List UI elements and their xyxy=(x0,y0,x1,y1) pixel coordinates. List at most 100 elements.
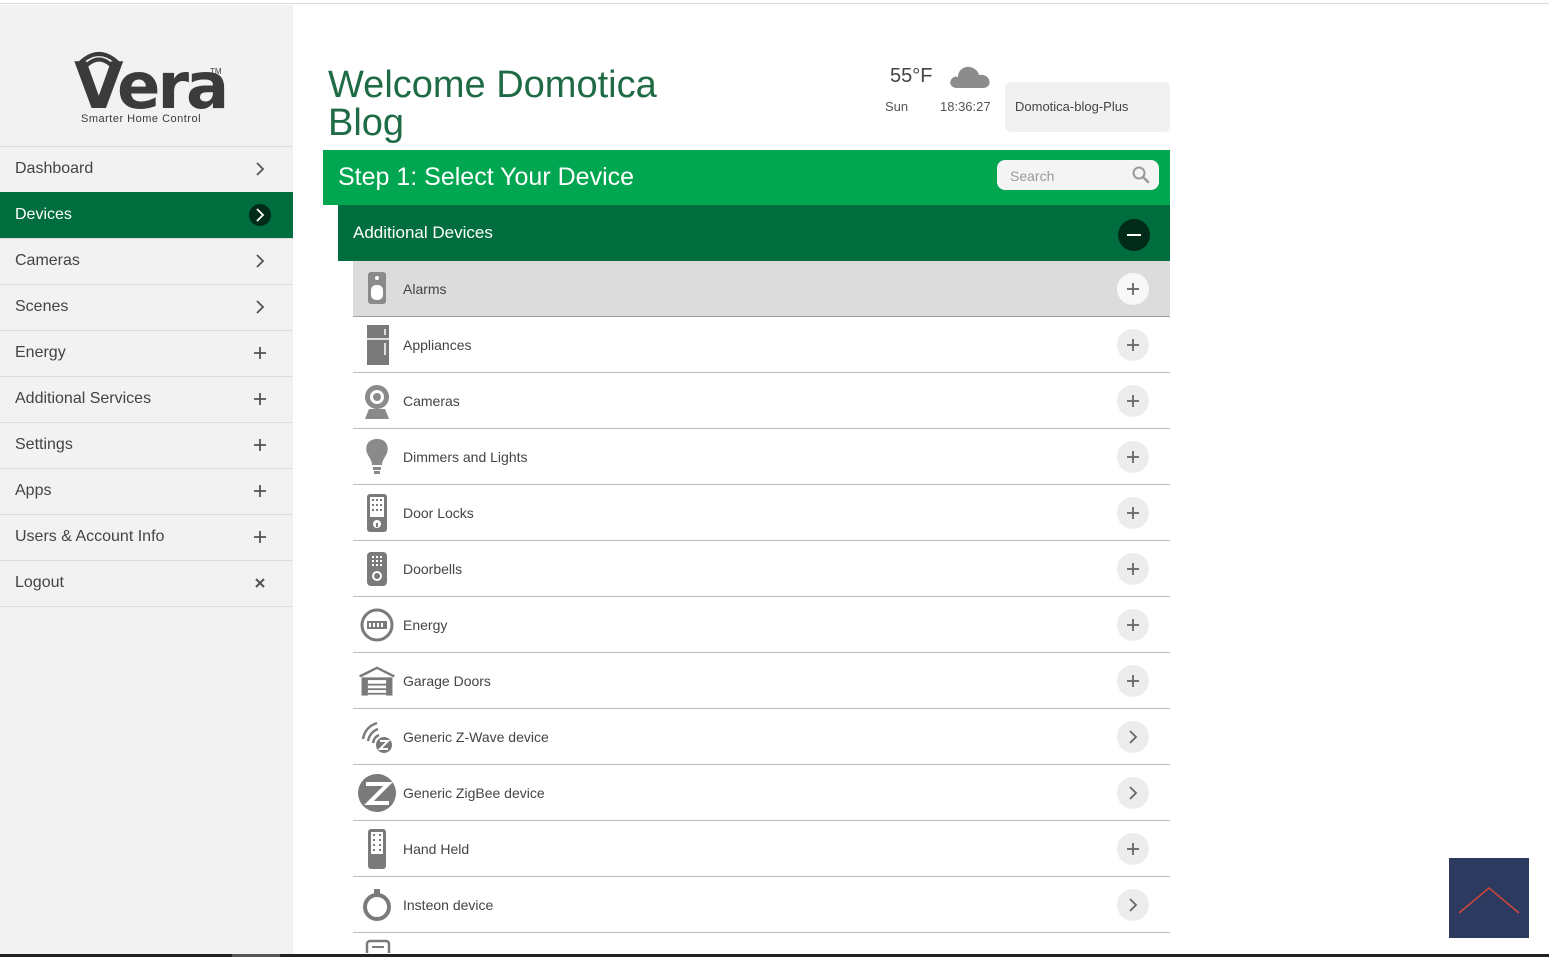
search-input[interactable] xyxy=(997,160,1132,192)
device-row-dimmers-and-lights[interactable]: Dimmers and Lights xyxy=(353,429,1170,485)
sidebar-menu: Dashboard Devices Cameras Scenes Energy Addit… xyxy=(0,146,293,607)
plus-icon xyxy=(1126,562,1140,576)
device-row-hand-held[interactable]: Hand Held xyxy=(353,821,1170,877)
plus-icon xyxy=(249,434,271,456)
sidebar-item-label: Settings xyxy=(15,436,73,453)
close-icon xyxy=(249,572,271,594)
door-lock-icon xyxy=(357,493,397,533)
sidebar-item-energy[interactable]: Energy xyxy=(0,330,293,376)
sidebar-item-logout[interactable]: Logout xyxy=(0,560,293,607)
logo-wordmark: Vera xyxy=(74,50,229,124)
add-device-button[interactable] xyxy=(1117,553,1149,585)
category-title: Additional Devices xyxy=(353,223,493,242)
open-device-button[interactable] xyxy=(1117,889,1149,921)
add-device-button[interactable] xyxy=(1117,273,1149,305)
sidebar-item-scenes[interactable]: Scenes xyxy=(0,284,293,330)
add-device-button[interactable] xyxy=(1117,497,1149,529)
plus-icon xyxy=(1126,282,1140,296)
account-selector[interactable]: Domotica-blog-Plus xyxy=(1005,82,1170,132)
plus-icon xyxy=(249,480,271,502)
step-title: Step 1: Select Your Device xyxy=(338,163,635,191)
device-list: Alarms Appliances Cameras Dimmers and Light… xyxy=(353,261,1170,953)
sidebar-item-additional-services[interactable]: Additional Services xyxy=(0,376,293,422)
device-label: Appliances xyxy=(403,337,472,353)
top-border xyxy=(0,3,1549,4)
garage-door-icon xyxy=(357,661,397,701)
device-row-door-locks[interactable]: Door Locks xyxy=(353,485,1170,541)
device-row-energy[interactable]: Energy xyxy=(353,597,1170,653)
plus-icon xyxy=(249,526,271,548)
open-device-button[interactable] xyxy=(1117,777,1149,809)
sidebar-item-settings[interactable]: Settings xyxy=(0,422,293,468)
device-label: Energy xyxy=(403,617,448,633)
device-label: Generic ZigBee device xyxy=(403,785,545,801)
chevron-right-icon xyxy=(1127,730,1139,744)
energy-meter-icon xyxy=(357,605,397,645)
sidebar-item-cameras[interactable]: Cameras xyxy=(0,238,293,284)
plus-icon xyxy=(249,342,271,364)
alarm-sensor-icon xyxy=(357,269,397,309)
plus-icon xyxy=(1126,394,1140,408)
sidebar-item-label: Scenes xyxy=(15,298,69,315)
device-label: Garage Doors xyxy=(403,673,491,689)
plus-icon xyxy=(1126,450,1140,464)
add-device-button[interactable] xyxy=(1117,329,1149,361)
logo-trademark: TM xyxy=(210,67,222,76)
sidebar-item-apps[interactable]: Apps xyxy=(0,468,293,514)
chevron-right-icon xyxy=(249,296,271,318)
sidebar-item-label: Apps xyxy=(15,482,52,499)
search-icon[interactable] xyxy=(1131,165,1151,185)
search-box xyxy=(997,160,1159,192)
device-label: Cameras xyxy=(403,393,460,409)
chevron-right-icon xyxy=(1127,898,1139,912)
open-device-button[interactable] xyxy=(1117,721,1149,753)
zwave-icon xyxy=(357,717,397,757)
device-row-cameras[interactable]: Cameras xyxy=(353,373,1170,429)
category-header[interactable]: Additional Devices xyxy=(338,205,1170,261)
collapse-minus-button[interactable] xyxy=(1118,219,1150,251)
page-title: Welcome Domotica Blog xyxy=(328,64,657,144)
add-device-button[interactable] xyxy=(1117,665,1149,697)
device-row-garage-doors[interactable]: Garage Doors xyxy=(353,653,1170,709)
sidebar-item-users-and-account-info[interactable]: Users & Account Info xyxy=(0,514,293,560)
device-icon xyxy=(365,939,391,953)
sidebar-item-label: Energy xyxy=(15,344,66,361)
logo-tagline: Smarter Home Control xyxy=(81,113,202,125)
appliance-icon xyxy=(357,325,397,365)
camera-icon xyxy=(357,381,397,421)
sidebar-item-devices[interactable]: Devices xyxy=(0,192,293,238)
chevron-right-icon xyxy=(1127,786,1139,800)
cloud-icon xyxy=(950,66,990,88)
sidebar-item-label: Dashboard xyxy=(15,160,94,177)
account-name: Domotica-blog-Plus xyxy=(1015,99,1129,114)
add-device-button[interactable] xyxy=(1117,441,1149,473)
device-label: Doorbells xyxy=(403,561,463,577)
device-row-insteon-device[interactable]: Insteon device xyxy=(353,877,1170,933)
vera-logo[interactable]: Vera TM Smarter Home Control xyxy=(60,45,235,135)
sidebar-item-label: Additional Services xyxy=(15,390,152,407)
doorbell-icon xyxy=(357,549,397,589)
device-row-appliances[interactable]: Appliances xyxy=(353,317,1170,373)
add-device-button[interactable] xyxy=(1117,609,1149,641)
chevron-right-icon xyxy=(249,158,271,180)
back-to-top-button[interactable] xyxy=(1449,858,1529,938)
device-label: Dimmers and Lights xyxy=(403,449,528,465)
add-device-button[interactable] xyxy=(1117,385,1149,417)
sidebar-item-label: Cameras xyxy=(15,252,80,269)
device-label: Insteon device xyxy=(403,897,494,913)
zigbee-icon xyxy=(357,773,397,813)
sidebar-item-dashboard[interactable]: Dashboard xyxy=(0,146,293,192)
device-row-alarms[interactable]: Alarms xyxy=(353,261,1170,317)
sidebar-item-label: Devices xyxy=(15,206,72,223)
device-label: Generic Z-Wave device xyxy=(403,729,549,745)
add-device-button[interactable] xyxy=(1117,833,1149,865)
plus-icon xyxy=(1126,842,1140,856)
device-label: Hand Held xyxy=(403,841,470,857)
plus-icon xyxy=(1126,618,1140,632)
device-row-partial[interactable] xyxy=(353,933,1170,953)
device-row-generic-zigbee-device[interactable]: Generic ZigBee device xyxy=(353,765,1170,821)
device-row-generic-z-wave-device[interactable]: Generic Z-Wave device xyxy=(353,709,1170,765)
insteon-icon xyxy=(357,885,397,925)
device-row-doorbells[interactable]: Doorbells xyxy=(353,541,1170,597)
weather-widget: 55°F Sun 18:36:27 xyxy=(878,62,998,122)
